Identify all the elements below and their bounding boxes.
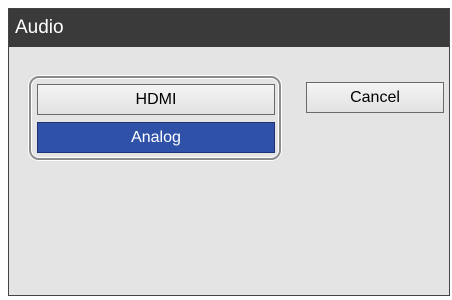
hdmi-option-button[interactable]: HDMI: [37, 84, 275, 115]
analog-option-button[interactable]: Analog: [37, 122, 275, 153]
cancel-button[interactable]: Cancel: [306, 82, 444, 113]
audio-dialog: Audio HDMI Analog Cancel: [8, 8, 450, 296]
audio-output-options: HDMI Analog: [29, 76, 281, 160]
dialog-title: Audio: [9, 9, 449, 47]
